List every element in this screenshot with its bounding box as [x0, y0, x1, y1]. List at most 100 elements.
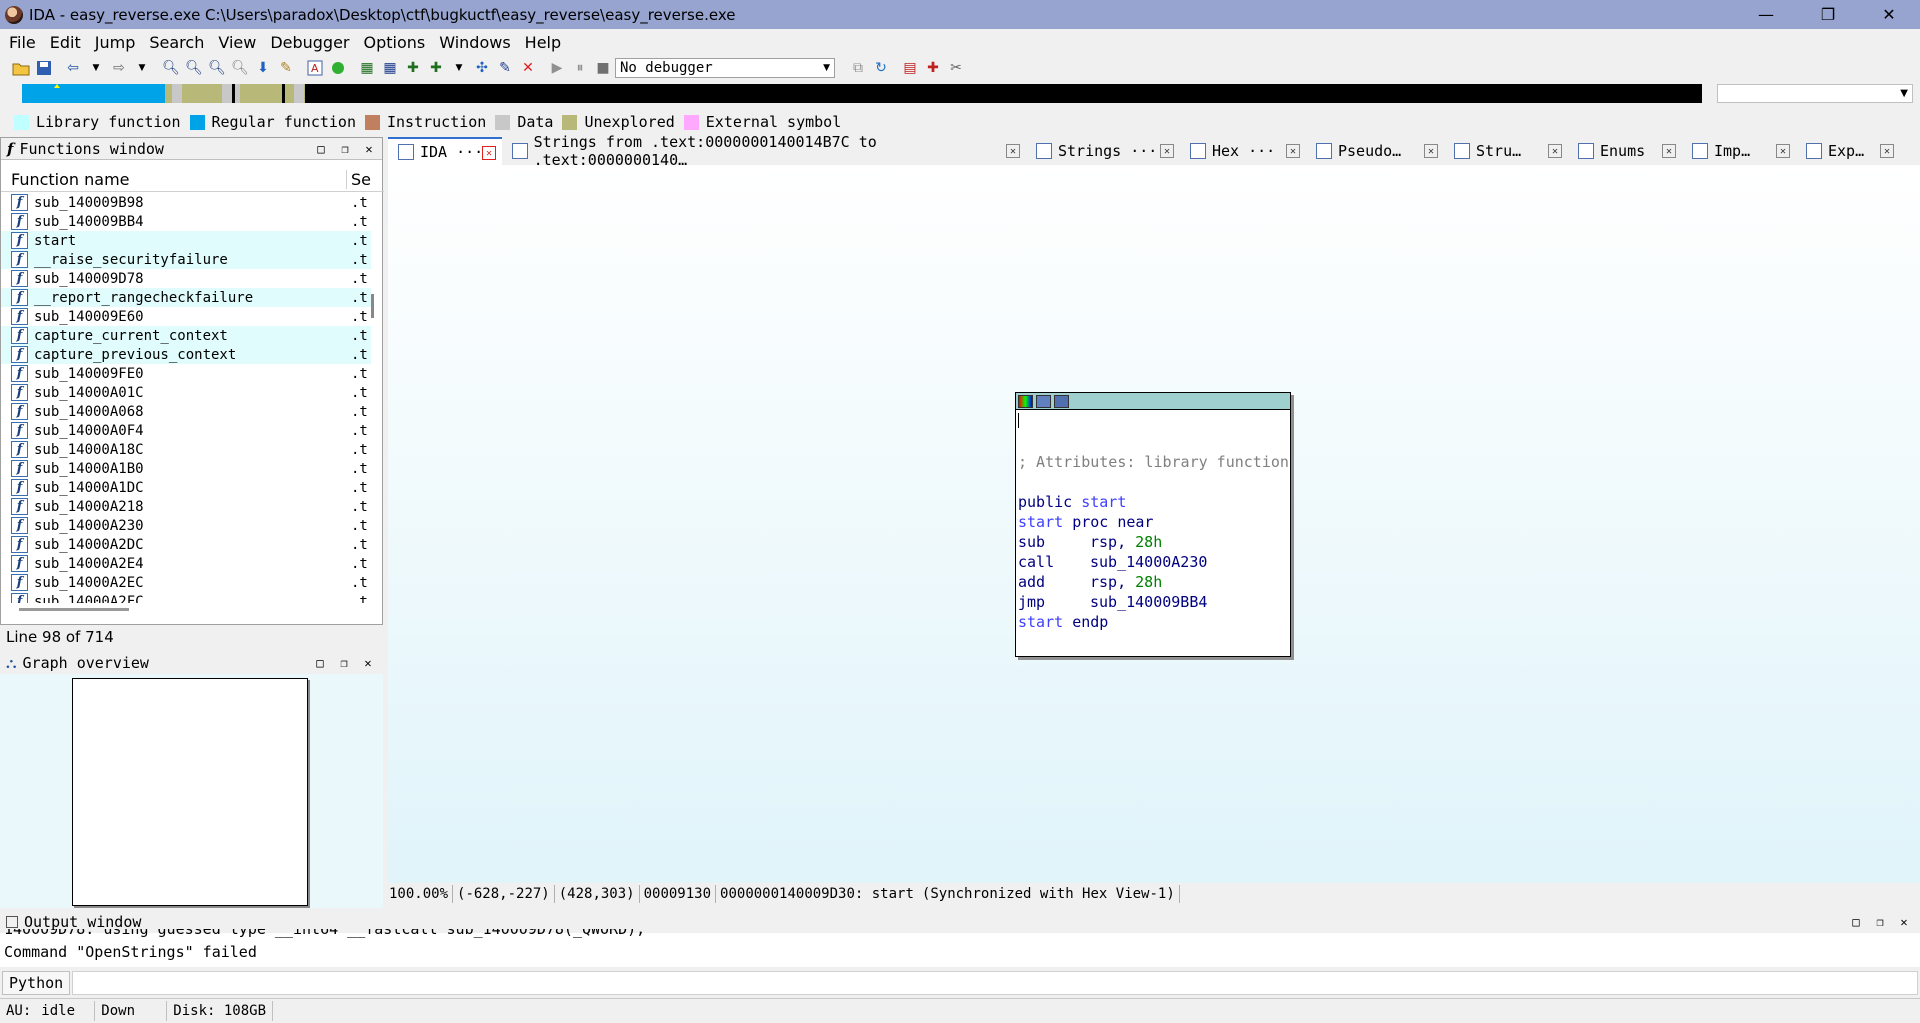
forward-arrow-icon[interactable]: ⇨ — [108, 57, 130, 79]
strings-icon[interactable]: A — [304, 57, 326, 79]
close-panel-icon[interactable]: ✕ — [1896, 914, 1912, 930]
float-panel-icon[interactable]: □ — [313, 141, 329, 157]
python-language-button[interactable]: Python — [2, 971, 71, 995]
asm-line[interactable]: call sub_14000A230 — [1018, 553, 1207, 571]
asm-line[interactable]: jmp sub_140009BB4 — [1018, 593, 1207, 611]
play-icon[interactable]: ▶ — [546, 57, 568, 79]
column-function-name[interactable]: Function name — [11, 170, 346, 189]
menu-debugger[interactable]: Debugger — [265, 33, 358, 52]
close-window-button[interactable]: ✕ — [1862, 0, 1916, 29]
tab-strings[interactable]: Strings ··· ✕ — [1026, 137, 1180, 165]
nav-range-select[interactable]: ▼ — [1717, 84, 1913, 103]
breakpoints-icon[interactable]: ▤ — [899, 57, 921, 79]
close-tab-icon[interactable]: ✕ — [1548, 144, 1562, 158]
add-breakpoint-icon[interactable]: ✚ — [922, 57, 944, 79]
menu-view[interactable]: View — [213, 33, 265, 52]
minimize-button[interactable]: — — [1739, 0, 1793, 29]
delete-icon[interactable]: ✕ — [517, 57, 539, 79]
edit-function-icon[interactable]: ▦ — [379, 57, 401, 79]
function-row[interactable]: f capture_current_context .t — [1, 326, 371, 345]
close-tab-icon[interactable]: ✕ — [1160, 144, 1174, 158]
function-row[interactable]: f start .t — [1, 231, 371, 250]
function-row[interactable]: f sub_14000A2E4 .t — [1, 554, 371, 573]
pause-icon[interactable]: ⏸ — [569, 57, 591, 79]
close-panel-icon[interactable]: ✕ — [361, 141, 377, 157]
function-row[interactable]: f sub_14000A068 .t — [1, 402, 371, 421]
tab-structures[interactable]: Stru… ✕ — [1444, 137, 1568, 165]
add-dropdown-icon[interactable]: ▼ — [448, 57, 470, 79]
menu-search[interactable]: Search — [144, 33, 213, 52]
function-row[interactable]: f sub_140009BB4 .t — [1, 212, 371, 231]
menu-file[interactable]: File — [4, 33, 45, 52]
run-green-icon[interactable] — [327, 57, 349, 79]
function-row[interactable]: f sub_14000A18C .t — [1, 440, 371, 459]
node-graph-icon[interactable] — [1036, 394, 1051, 408]
menu-jump[interactable]: Jump — [90, 33, 145, 52]
function-row[interactable]: f __report_rangecheckfailure .t — [1, 288, 371, 307]
function-row[interactable]: f sub_140009FE0 .t — [1, 364, 371, 383]
function-row[interactable]: f sub_140009E60 .t — [1, 307, 371, 326]
search-next-icon[interactable]: 🔍︎ — [229, 57, 251, 79]
tab-enums[interactable]: Enums ✕ — [1568, 137, 1682, 165]
functions-scrollbar[interactable] — [369, 194, 377, 599]
close-tab-icon[interactable]: ✕ — [1424, 144, 1438, 158]
function-row[interactable]: f sub_14000A0F4 .t — [1, 421, 371, 440]
function-row[interactable]: f sub_14000A1DC .t — [1, 478, 371, 497]
column-segment[interactable]: Se — [346, 170, 384, 189]
function-row[interactable]: f sub_14000A01C .t — [1, 383, 371, 402]
save-icon[interactable] — [33, 57, 55, 79]
function-row[interactable]: f sub_14000A1B0 .t — [1, 459, 371, 478]
node-group-icon[interactable] — [1054, 394, 1069, 408]
navigation-strip[interactable] — [22, 84, 1702, 103]
function-row[interactable]: f sub_14000A2EC .t — [1, 573, 371, 592]
menu-edit[interactable]: Edit — [45, 33, 90, 52]
graph-node[interactable]: ; Attributes: library function public st… — [1015, 392, 1291, 657]
tab-strings-range[interactable]: Strings from .text:0000000140014B7C to .… — [502, 133, 1026, 169]
forward-dropdown-icon[interactable]: ▼ — [131, 57, 153, 79]
function-row[interactable]: f sub_14000A2DC .t — [1, 535, 371, 554]
function-row[interactable]: f capture_previous_context .t — [1, 345, 371, 364]
add-enum-icon[interactable]: ✚ — [425, 57, 447, 79]
restore-panel-icon[interactable]: ❐ — [337, 141, 353, 157]
close-tab-icon[interactable]: ✕ — [482, 146, 496, 160]
hint-icon[interactable]: ✎ — [275, 57, 297, 79]
function-row[interactable]: f sub_14000A2FC .t — [1, 592, 371, 603]
add-struct-icon[interactable]: ✚ — [402, 57, 424, 79]
tab-exports[interactable]: Exp… ✕ — [1796, 137, 1900, 165]
menu-options[interactable]: Options — [359, 33, 435, 52]
tab-pseudocode[interactable]: Pseudo… ✕ — [1306, 137, 1444, 165]
command-input[interactable] — [72, 971, 1918, 995]
close-tab-icon[interactable]: ✕ — [1662, 144, 1676, 158]
refresh-icon[interactable]: ↻ — [870, 57, 892, 79]
tab-hex-view[interactable]: Hex ··· ✕ — [1180, 137, 1306, 165]
open-file-icon[interactable] — [10, 57, 32, 79]
search-binary-icon[interactable]: 🔍︎ — [160, 57, 182, 79]
close-tab-icon[interactable]: ✕ — [1880, 144, 1894, 158]
back-dropdown-icon[interactable]: ▼ — [85, 57, 107, 79]
tab-ida-view[interactable]: IDA ··· ✕ — [388, 137, 502, 165]
float-panel-icon[interactable]: □ — [312, 655, 328, 671]
node-color-icon[interactable] — [1018, 394, 1033, 408]
function-row[interactable]: f sub_14000A218 .t — [1, 497, 371, 516]
back-arrow-icon[interactable]: ⇦ — [62, 57, 84, 79]
restore-panel-icon[interactable]: ❐ — [336, 655, 352, 671]
function-row[interactable]: f sub_140009B98 .t — [1, 193, 371, 212]
float-panel-icon[interactable]: □ — [1848, 914, 1864, 930]
close-tab-icon[interactable]: ✕ — [1776, 144, 1790, 158]
asm-line[interactable]: sub rsp, 28h — [1018, 533, 1162, 551]
menu-help[interactable]: Help — [520, 33, 570, 52]
restore-panel-icon[interactable]: ❐ — [1872, 914, 1888, 930]
create-function-icon[interactable]: ▦ — [356, 57, 378, 79]
debugger-select[interactable]: No debugger ▼ — [615, 58, 835, 78]
asm-line[interactable]: add rsp, 28h — [1018, 573, 1162, 591]
close-tab-icon[interactable]: ✕ — [1286, 144, 1300, 158]
function-row[interactable]: f __raise_securityfailure .t — [1, 250, 371, 269]
graph-overview-viewport[interactable] — [72, 678, 308, 906]
search-immediate-icon[interactable]: 🔍︎ — [206, 57, 228, 79]
close-panel-icon[interactable]: ✕ — [360, 655, 376, 671]
close-tab-icon[interactable]: ✕ — [1006, 144, 1020, 158]
xref-icon[interactable]: ✣ — [471, 57, 493, 79]
restore-button[interactable]: ❐ — [1801, 0, 1855, 29]
search-text-icon[interactable]: 🔍︎ — [183, 57, 205, 79]
tools-icon[interactable]: ✂ — [945, 57, 967, 79]
